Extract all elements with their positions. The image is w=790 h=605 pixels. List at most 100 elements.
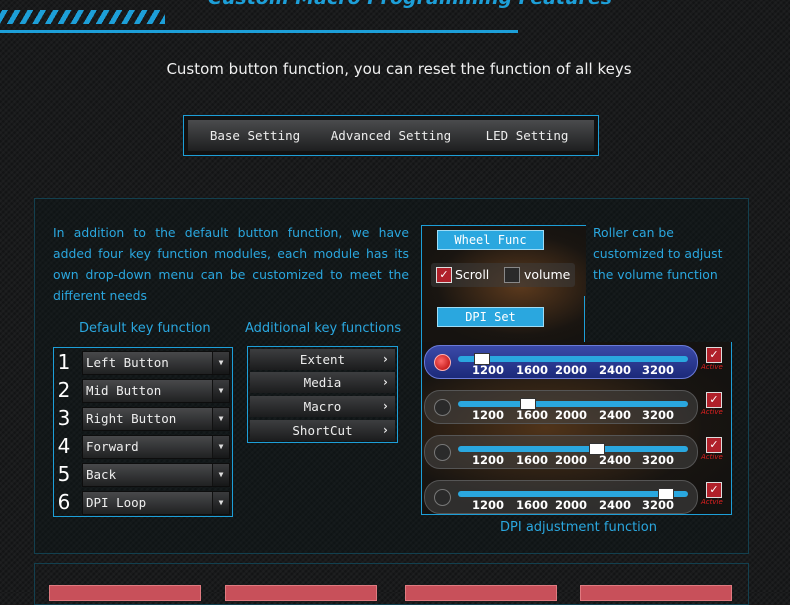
dpi-tick-label: 2400 (599, 453, 632, 467)
dpi-tick-label: 2000 (555, 453, 588, 467)
key-select-value: Forward (86, 439, 139, 454)
bottom-button[interactable] (225, 585, 377, 601)
key-number: 4 (57, 434, 71, 458)
chevron-down-icon[interactable]: ▼ (212, 436, 229, 458)
menu-item-media[interactable]: Media › (250, 372, 395, 393)
active-label: Active (701, 408, 723, 416)
panel-border (584, 296, 585, 343)
chevron-right-icon: › (381, 352, 389, 366)
dpi-radio[interactable] (434, 444, 451, 461)
dpi-tick-label: 2000 (555, 408, 588, 422)
additional-key-menu: Extent › Media › Macro › ShortCut › (247, 346, 398, 443)
key-select-value: Right Button (86, 411, 177, 426)
menu-item-label: Extent (299, 352, 346, 367)
dpi-tick-label: 2400 (599, 363, 632, 377)
default-key-list: 1 Left Button ▼ 2 Mid Button ▼ 3 Right But… (53, 347, 233, 517)
key-select-value: DPI Loop (86, 495, 147, 510)
key-select-2[interactable]: Mid Button ▼ (82, 379, 230, 403)
dpi-tick-label: 1200 (472, 408, 505, 422)
additional-keys-label: Additional key functions (245, 321, 402, 336)
dpi-tick-label: 2400 (599, 408, 632, 422)
active-checkbox[interactable]: ✓ (706, 392, 722, 408)
bottom-button[interactable] (49, 585, 201, 601)
chevron-down-icon[interactable]: ▼ (212, 464, 229, 486)
dpi-slider-track[interactable] (458, 446, 688, 452)
chevron-down-icon[interactable]: ▼ (212, 380, 229, 402)
dpi-row-4[interactable]: 1200 1600 2000 2400 3200 (424, 480, 698, 514)
tab-base-setting[interactable]: Base Setting (188, 120, 323, 151)
description-right: Roller can be customized to adjust the v… (593, 225, 723, 282)
key-select-6[interactable]: DPI Loop ▼ (82, 491, 230, 515)
active-checkbox[interactable]: ✓ (706, 347, 722, 363)
menu-item-macro[interactable]: Macro › (250, 396, 395, 417)
dpi-row-1[interactable]: 1200 1600 2000 2400 3200 (424, 345, 698, 379)
key-select-3[interactable]: Right Button ▼ (82, 407, 230, 431)
chevron-down-icon[interactable]: ▼ (212, 352, 229, 374)
page-title: Custom Macro Programming Features (200, 0, 620, 9)
menu-item-label: Media (303, 375, 342, 390)
dpi-tick-label: 3200 (642, 408, 675, 422)
header-underline (0, 30, 518, 33)
key-number: 1 (57, 350, 71, 374)
wheel-func-label: Wheel Func (437, 230, 544, 250)
active-checkbox[interactable]: ✓ (706, 482, 722, 498)
active-checkbox[interactable]: ✓ (706, 437, 722, 453)
dpi-tick-label: 1600 (516, 498, 549, 512)
default-keys-label: Default key function (79, 321, 211, 336)
settings-tabs: Base Setting Advanced Setting LED Settin… (183, 115, 599, 156)
key-number: 3 (57, 406, 71, 430)
header-stripes (0, 10, 165, 24)
dpi-tick-label: 2400 (599, 498, 632, 512)
description-left: In addition to the default button functi… (53, 225, 409, 303)
dpi-tick-label: 2000 (555, 498, 588, 512)
dpi-caption: DPI adjustment function (500, 520, 657, 535)
key-number: 6 (57, 490, 71, 514)
active-label: Active (701, 363, 723, 371)
dpi-row-3[interactable]: 1200 1600 2000 2400 3200 (424, 435, 698, 469)
dpi-radio[interactable] (434, 399, 451, 416)
volume-checkbox[interactable] (504, 267, 520, 283)
dpi-tick-label: 2000 (555, 363, 588, 377)
key-select-4[interactable]: Forward ▼ (82, 435, 230, 459)
key-number: 2 (57, 378, 71, 402)
dpi-row-2[interactable]: 1200 1600 2000 2400 3200 (424, 390, 698, 424)
dpi-slider-track[interactable] (458, 401, 688, 407)
chevron-down-icon[interactable]: ▼ (212, 492, 229, 514)
dpi-tick-label: 1200 (472, 363, 505, 377)
chevron-right-icon: › (381, 375, 389, 389)
key-select-5[interactable]: Back ▼ (82, 463, 230, 487)
tab-led-setting[interactable]: LED Setting (460, 120, 594, 151)
dpi-tick-label: 1200 (472, 498, 505, 512)
dpi-tick-label: 3200 (642, 363, 675, 377)
chevron-right-icon: › (381, 399, 389, 413)
key-number: 5 (57, 462, 71, 486)
dpi-slider-track[interactable] (458, 356, 688, 362)
bottom-button[interactable] (580, 585, 732, 601)
scroll-label: Scroll (455, 267, 490, 282)
key-select-value: Back (86, 467, 117, 482)
active-label: Actvie (701, 498, 723, 506)
wheel-options: ✓ Scroll volume (431, 263, 575, 287)
scroll-checkbox[interactable]: ✓ (436, 267, 452, 283)
volume-label: volume (524, 267, 571, 282)
dpi-radio[interactable] (434, 489, 451, 506)
menu-item-extent[interactable]: Extent › (250, 349, 395, 370)
dpi-tick-label: 3200 (642, 498, 675, 512)
key-select-1[interactable]: Left Button ▼ (82, 351, 230, 375)
menu-item-label: ShortCut (292, 423, 353, 438)
dpi-tick-label: 1600 (516, 408, 549, 422)
chevron-down-icon[interactable]: ▼ (212, 408, 229, 430)
dpi-slider-track[interactable] (458, 491, 688, 497)
tab-advanced-setting[interactable]: Advanced Setting (322, 120, 461, 151)
key-select-value: Left Button (86, 355, 169, 370)
active-label: Active (701, 453, 723, 461)
page-subtitle: Custom button function, you can reset th… (166, 60, 632, 78)
bottom-button[interactable] (405, 585, 557, 601)
dpi-tick-label: 1200 (472, 453, 505, 467)
dpi-set-label: DPI Set (437, 307, 544, 327)
dpi-radio[interactable] (434, 354, 451, 371)
dpi-tick-label: 1600 (516, 453, 549, 467)
key-select-value: Mid Button (86, 383, 162, 398)
dpi-tick-label: 3200 (642, 453, 675, 467)
menu-item-shortcut[interactable]: ShortCut › (250, 420, 395, 441)
